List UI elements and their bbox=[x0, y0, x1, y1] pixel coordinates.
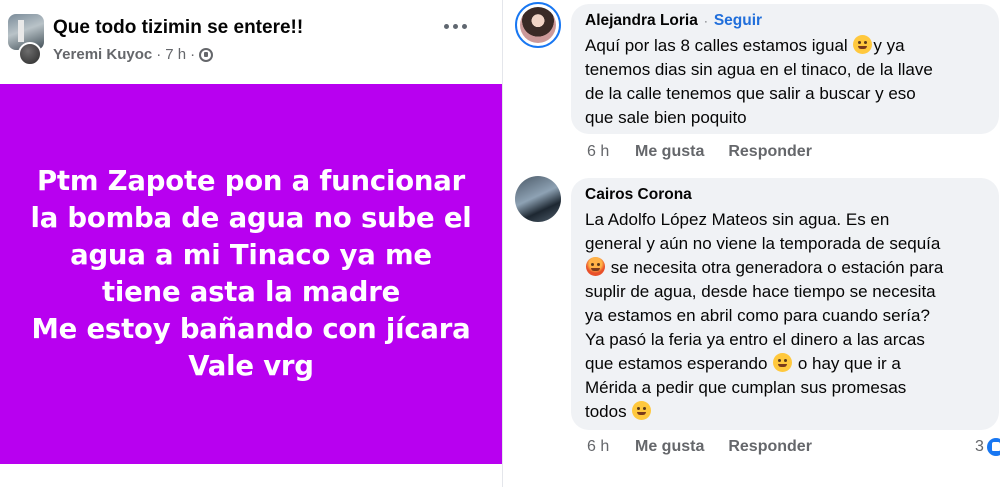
name-separator: · bbox=[703, 14, 708, 28]
commenter-name[interactable]: Cairos Corona bbox=[585, 186, 692, 204]
author-avatar[interactable] bbox=[18, 42, 42, 66]
post-author[interactable]: Yeremi Kuyoc bbox=[53, 46, 152, 63]
comment-actions: 6 h Me gusta Responder bbox=[587, 143, 812, 161]
comment-text: Aquí por las 8 calles estamos igual y ya… bbox=[585, 35, 933, 127]
comments-section: Alejandra Loria · Seguir Aquí por las 8 … bbox=[502, 0, 1000, 487]
reaction-count[interactable]: 3 bbox=[975, 438, 1000, 456]
post-text-image[interactable]: Ptm Zapote pon a funcionar la bomba de a… bbox=[0, 84, 502, 464]
hot-face-icon bbox=[586, 257, 605, 276]
comment-actions: 6 h Me gusta Responder bbox=[587, 438, 812, 456]
post-time[interactable]: 7 h bbox=[165, 46, 186, 63]
facebook-post: Que todo tizimin se entere!! Yeremi Kuyo… bbox=[0, 0, 502, 487]
globe-icon bbox=[199, 47, 214, 62]
thinking-face-icon bbox=[773, 353, 793, 372]
reply-button[interactable]: Responder bbox=[728, 438, 812, 456]
comment-bubble: Cairos Corona La Adolfo López Mateos sin… bbox=[571, 178, 999, 430]
comment-bubble: Alejandra Loria · Seguir Aquí por las 8 … bbox=[571, 4, 999, 134]
post-image-text: Ptm Zapote pon a funcionar la bomba de a… bbox=[30, 165, 472, 382]
like-button[interactable]: Me gusta bbox=[635, 143, 704, 161]
group-name[interactable]: Que todo tizimin se entere!! bbox=[53, 17, 303, 39]
commenter-avatar[interactable] bbox=[515, 176, 561, 222]
screenshot: Que todo tizimin se entere!! Yeremi Kuyo… bbox=[0, 0, 1000, 487]
commenter-name[interactable]: Alejandra Loria bbox=[585, 12, 698, 30]
reaction-count-value: 3 bbox=[975, 438, 984, 455]
meta-separator: · bbox=[156, 46, 162, 63]
comment-time[interactable]: 6 h bbox=[587, 143, 635, 161]
commenter-avatar[interactable] bbox=[515, 2, 561, 48]
post-meta: Yeremi Kuyoc · 7 h · bbox=[53, 46, 214, 63]
meta-separator: · bbox=[190, 46, 196, 63]
comment-time[interactable]: 6 h bbox=[587, 438, 635, 456]
like-button[interactable]: Me gusta bbox=[635, 438, 704, 456]
comment-text: La Adolfo López Mateos sin agua. Es en g… bbox=[585, 210, 944, 421]
like-reaction-icon bbox=[986, 438, 1000, 456]
hugging-face-icon bbox=[853, 35, 873, 54]
reply-button[interactable]: Responder bbox=[728, 143, 812, 161]
follow-button[interactable]: Seguir bbox=[714, 12, 762, 30]
face-with-monocle-icon bbox=[632, 401, 652, 420]
more-options-icon[interactable] bbox=[438, 12, 472, 40]
post-footer bbox=[0, 464, 502, 487]
post-header: Que todo tizimin se entere!! Yeremi Kuyo… bbox=[0, 0, 502, 84]
